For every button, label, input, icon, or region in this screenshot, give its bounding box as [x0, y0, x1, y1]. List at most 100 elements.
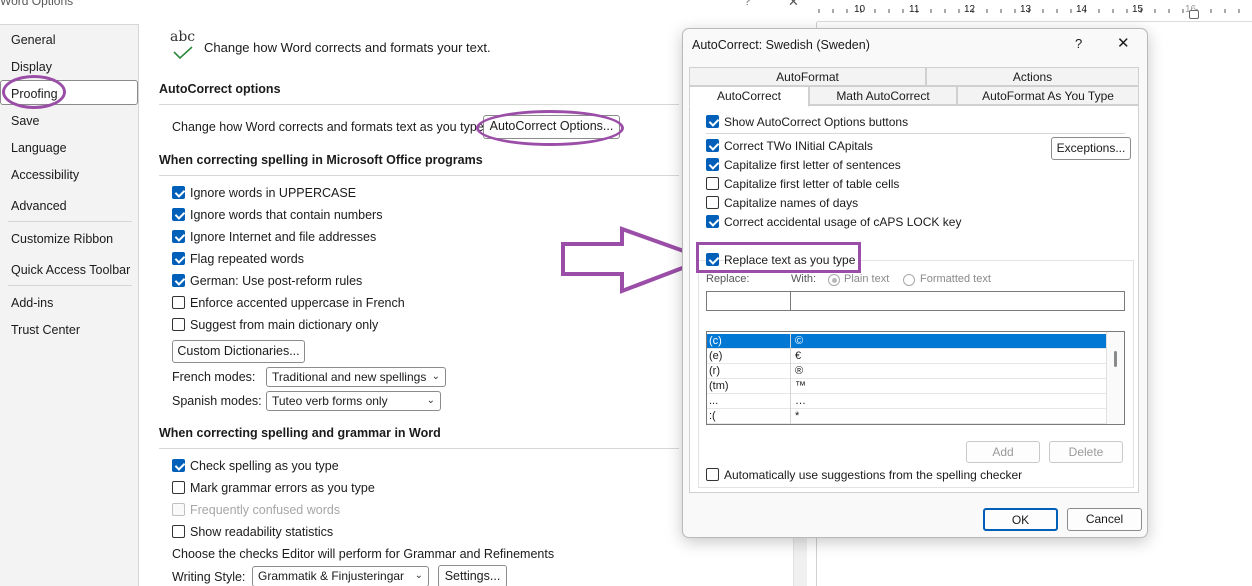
sidebar-item-trust-center[interactable]: Trust Center — [11, 323, 80, 337]
capitalize-days-label: Capitalize names of days — [724, 196, 859, 210]
table-row[interactable]: ... … — [707, 394, 1106, 409]
ok-button[interactable]: OK — [983, 508, 1058, 531]
section-divider — [159, 175, 679, 176]
chevron-down-icon: ⌄ — [414, 570, 423, 581]
settings-button[interactable]: Settings... — [438, 565, 507, 586]
chevron-down-icon: ⌄ — [426, 395, 435, 406]
sidebar-item-save[interactable]: Save — [11, 114, 40, 128]
help-button[interactable]: ? — [744, 0, 751, 8]
capitalize-table-cells-checkbox[interactable] — [706, 177, 719, 190]
mark-grammar-checkbox[interactable] — [172, 481, 185, 494]
table-row[interactable]: (tm) ™ — [707, 379, 1106, 394]
dialog-help-button[interactable]: ? — [1075, 36, 1082, 51]
tab-autoformat-as-you-type[interactable]: AutoFormat As You Type — [957, 86, 1139, 105]
ignore-uppercase-label: Ignore words in UPPERCASE — [190, 186, 357, 200]
close-button[interactable]: ✕ — [788, 0, 799, 10]
with-input[interactable] — [790, 291, 1125, 311]
plain-text-radio[interactable] — [828, 274, 840, 286]
check-spelling-checkbox[interactable] — [172, 459, 185, 472]
spanish-modes-select[interactable]: Tuteo verb forms only ⌄ — [266, 391, 441, 411]
table-row[interactable]: :( * — [707, 409, 1106, 424]
entry-replace: ... — [709, 395, 719, 407]
ruler-number: 13 — [1020, 4, 1032, 15]
capitalize-sentences-checkbox[interactable] — [706, 158, 719, 171]
section-divider — [159, 104, 679, 105]
auto-suggestions-label: Automatically use suggestions from the s… — [724, 468, 1023, 482]
french-modes-value: Traditional and new spellings — [272, 370, 427, 384]
capitalize-sentences-label: Capitalize first letter of sentences — [724, 158, 901, 172]
sidebar-item-general[interactable]: General — [11, 33, 55, 47]
sidebar-item-advanced[interactable]: Advanced — [11, 199, 67, 213]
readability-checkbox[interactable] — [172, 525, 185, 538]
autocorrect-button-highlight-ring — [476, 110, 624, 146]
show-autocorrect-buttons-checkbox[interactable] — [706, 115, 719, 128]
entry-replace: (e) — [709, 350, 723, 362]
choose-checks-text: Choose the checks Editor will perform fo… — [172, 547, 555, 561]
ignore-numbers-checkbox[interactable] — [172, 208, 185, 221]
main-dictionary-checkbox[interactable] — [172, 318, 185, 331]
entry-with: * — [795, 410, 800, 422]
sidebar: General Display Proofing Save Language A… — [0, 24, 139, 586]
capitalize-days-checkbox[interactable] — [706, 196, 719, 209]
entry-with: ® — [795, 365, 804, 377]
sidebar-item-accessibility[interactable]: Accessibility — [11, 168, 79, 182]
list-scrollbar[interactable] — [1106, 332, 1124, 424]
table-row[interactable]: (e) € — [707, 349, 1106, 364]
exceptions-button[interactable]: Exceptions... — [1051, 137, 1131, 160]
sidebar-item-add-ins[interactable]: Add-ins — [11, 296, 53, 310]
entry-replace: (tm) — [709, 380, 729, 392]
custom-dictionaries-button[interactable]: Custom Dictionaries... — [172, 340, 305, 363]
replace-label: Replace: — [706, 273, 750, 285]
ignore-uppercase-checkbox[interactable] — [172, 186, 185, 199]
cancel-button[interactable]: Cancel — [1067, 508, 1142, 531]
table-row[interactable]: (c) © — [707, 334, 1106, 349]
delete-button[interactable]: Delete — [1049, 441, 1123, 463]
ruler-number: 12 — [964, 4, 976, 15]
indent-marker-icon[interactable] — [1189, 10, 1199, 19]
dialog-close-button[interactable]: ✕ — [1117, 34, 1130, 52]
tab-actions[interactable]: Actions — [926, 67, 1139, 86]
autocorrect-dialog: AutoCorrect: Swedish (Sweden) ? ✕ AutoFo… — [682, 28, 1148, 538]
add-button[interactable]: Add — [966, 441, 1040, 463]
correct-two-initial-label: Correct TWo INitial CApitals — [724, 139, 873, 153]
check-spelling-label: Check spelling as you type — [190, 459, 339, 473]
autocorrect-entries-list[interactable]: (c) © (e) € (r) ® (tm) ™ ... … :( * — [706, 331, 1125, 425]
ignore-internet-checkbox[interactable] — [172, 230, 185, 243]
column-divider — [790, 364, 791, 379]
sidebar-item-language[interactable]: Language — [11, 141, 67, 155]
sidebar-item-quick-access-toolbar[interactable]: Quick Access Toolbar — [11, 263, 130, 277]
french-accented-checkbox[interactable] — [172, 296, 185, 309]
ignore-internet-label: Ignore Internet and file addresses — [190, 230, 377, 244]
column-divider — [790, 334, 791, 349]
table-row[interactable]: (r) ® — [707, 364, 1106, 379]
replace-input[interactable] — [706, 291, 791, 311]
column-divider — [790, 349, 791, 364]
sidebar-item-display[interactable]: Display — [11, 60, 52, 74]
french-modes-label: French modes: — [172, 370, 256, 384]
list-scrollbar-thumb[interactable] — [1114, 351, 1117, 367]
flag-repeated-checkbox[interactable] — [172, 252, 185, 265]
tab-autocorrect[interactable]: AutoCorrect — [689, 86, 809, 107]
tab-math-autocorrect[interactable]: Math AutoCorrect — [809, 86, 957, 105]
header-text: Change how Word corrects and formats you… — [204, 40, 491, 55]
auto-suggestions-checkbox[interactable] — [706, 468, 719, 481]
caps-lock-checkbox[interactable] — [706, 215, 719, 228]
ruler: 10 11 12 13 14 15 16 — [817, 0, 1252, 22]
correct-two-initial-checkbox[interactable] — [706, 139, 719, 152]
writing-style-select[interactable]: Grammatik & Finjusteringar ⌄ — [252, 566, 429, 586]
tab-autoformat[interactable]: AutoFormat — [689, 67, 926, 86]
chevron-down-icon: ⌄ — [431, 371, 440, 382]
formatted-text-radio[interactable] — [903, 274, 915, 286]
entry-with: © — [795, 335, 804, 347]
column-divider — [790, 379, 791, 394]
sidebar-item-customize-ribbon[interactable]: Customize Ribbon — [11, 232, 113, 246]
french-modes-select[interactable]: Traditional and new spellings ⌄ — [266, 367, 446, 387]
ruler-number: 14 — [1076, 4, 1088, 15]
show-autocorrect-buttons-label: Show AutoCorrect Options buttons — [724, 115, 909, 129]
flag-repeated-label: Flag repeated words — [190, 252, 304, 266]
with-label: With: — [791, 273, 817, 285]
german-post-reform-checkbox[interactable] — [172, 274, 185, 287]
column-divider — [790, 394, 791, 409]
mark-grammar-label: Mark grammar errors as you type — [190, 481, 375, 495]
entry-replace: (c) — [709, 335, 722, 347]
